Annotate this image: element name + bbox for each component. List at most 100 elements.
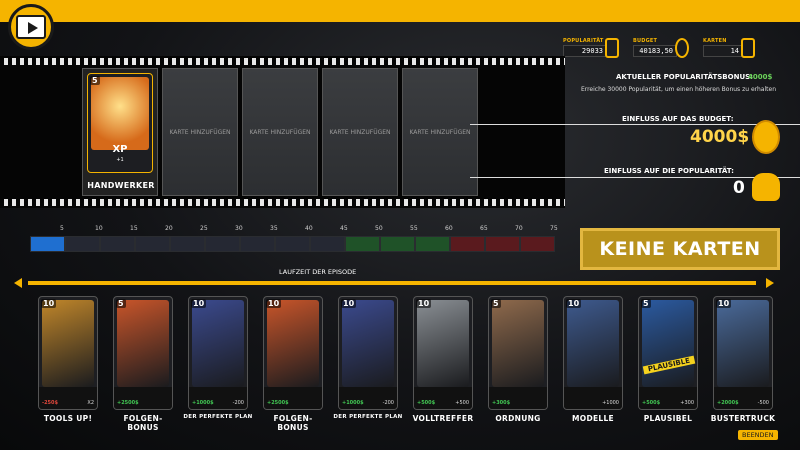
hand-card[interactable]: 10 +2000$ -500: [713, 296, 773, 410]
stat-popularity: POPULARITÄT 29033: [563, 38, 619, 60]
card-art: [117, 300, 169, 387]
timeline-tick-label: 10: [95, 225, 103, 232]
game-screen: { "stats": [ {"label":"POPULARITÄT","val…: [0, 0, 800, 450]
arrow-right-icon[interactable]: [766, 278, 774, 288]
timeline-tick-label: 20: [165, 225, 173, 232]
logo[interactable]: [8, 4, 54, 50]
no-cards-button[interactable]: KEINE KARTEN: [580, 228, 780, 270]
hand-card[interactable]: 10 +1000$ -200: [338, 296, 398, 410]
card-art: [342, 300, 394, 387]
play-icon: [16, 15, 46, 39]
card-budget-effect: +1000$: [192, 400, 214, 406]
card-budget-effect: +500$: [642, 400, 661, 406]
card-cost: 5: [116, 299, 126, 308]
timeline-tick-label: 15: [130, 225, 138, 232]
pop-bonus-value: 4000$: [748, 73, 773, 81]
card-cost: 10: [41, 299, 57, 308]
coin-icon: [675, 38, 689, 58]
popularity-icon: [605, 38, 619, 58]
slot-2[interactable]: KARTE HINZUFÜGEN: [162, 68, 238, 196]
slot-5[interactable]: KARTE HINZUFÜGEN: [402, 68, 478, 196]
people-icon: [752, 173, 780, 201]
card-pop-effect: +1000: [602, 400, 619, 406]
card-cost: 10: [341, 299, 357, 308]
timeline-tick-label: 50: [375, 225, 383, 232]
finish-button[interactable]: BEENDEN: [738, 430, 778, 440]
budget-impact-value: 4000$: [690, 127, 750, 147]
timeline-segment: [65, 236, 100, 252]
card-budget-effect: +2500$: [117, 400, 139, 406]
card-art: [717, 300, 769, 387]
hand-card-name: DER PERFEKTE PLAN: [333, 414, 403, 420]
card-cost: 10: [716, 299, 732, 308]
hand-card-name: ORDNUNG: [495, 414, 541, 423]
stat-cards: KARTEN 14: [703, 38, 755, 60]
timeline-tick-label: 65: [480, 225, 488, 232]
timeline-segment: [415, 236, 450, 252]
card-budget-effect: +2500$: [267, 400, 289, 406]
card-handwerker[interactable]: 5 XP +1: [87, 73, 153, 173]
timeline-tick-label: 70: [515, 225, 523, 232]
card-cost: 5: [641, 299, 651, 308]
card-budget-effect: +1000$: [342, 400, 364, 406]
timeline-segment: [380, 236, 415, 252]
hand-card[interactable]: 10 +1000$ -200: [188, 296, 248, 410]
lightbulb-icon: [91, 77, 149, 150]
card-art: [42, 300, 94, 387]
card-pop-effect: +500: [455, 400, 469, 406]
cards-icon: [741, 38, 755, 58]
hand-card-name: TOOLS UP!: [43, 414, 93, 423]
timeline-segment: [450, 236, 485, 252]
card-art: [492, 300, 544, 387]
pop-bonus-hint: Erreiche 30000 Popularität, um einen höh…: [580, 86, 776, 93]
slot-1[interactable]: 5 XP +1 HANDWERKER: [82, 68, 158, 196]
timeline-tick-label: 25: [200, 225, 208, 232]
timeline-tick-label: 35: [270, 225, 278, 232]
hand-card[interactable]: 10 +1000: [563, 296, 623, 410]
timeline-tick-label: 40: [305, 225, 313, 232]
timeline-segment: [135, 236, 170, 252]
pop-bonus-label: AKTUELLER POPULARITÄTSBONUS:: [616, 73, 753, 81]
card-cost: 10: [266, 299, 282, 308]
filmstrip: 5 XP +1 HANDWERKER KARTE HINZUFÜGEN KART…: [0, 56, 565, 208]
timeline-segment: [170, 236, 205, 252]
card-pop-effect: -500: [757, 400, 769, 406]
card-pop-effect: X2: [87, 400, 94, 406]
timeline-tick-label: 75: [550, 225, 558, 232]
slot-3[interactable]: KARTE HINZUFÜGEN: [242, 68, 318, 196]
coin-stack-icon: [752, 120, 780, 154]
timeline-tick-label: 55: [410, 225, 418, 232]
budget-impact-label: EINFLUSS AUF DAS BUDGET:: [622, 115, 734, 123]
card-pop-effect: -200: [232, 400, 244, 406]
card-art: [417, 300, 469, 387]
hand-card[interactable]: 5 +300$: [488, 296, 548, 410]
card-cost: 10: [416, 299, 432, 308]
card-budget-effect: +300$: [492, 400, 511, 406]
episode-timeline: 5 10 15 20 25 30 35 40 45 50 55 60 65 70 75: [18, 221, 573, 261]
card-budget-effect: +500$: [417, 400, 436, 406]
timeline-tick-label: 5: [60, 225, 64, 232]
card-art: [567, 300, 619, 387]
card-cost: 5: [491, 299, 501, 308]
card-budget-effect: -250$: [42, 400, 58, 406]
hand-card[interactable]: 10 +2500$: [263, 296, 323, 410]
hand-card[interactable]: 10 -250$ X2: [38, 296, 98, 410]
stat-budget: BUDGET 40183,50: [633, 38, 689, 60]
top-bar: [0, 0, 800, 22]
card-budget-effect: +2000$: [717, 400, 739, 406]
timeline-segment: [275, 236, 310, 252]
timeline-tick-label: 45: [340, 225, 348, 232]
hand-card[interactable]: 5 +500$ +300 PLAUSIBLE: [638, 296, 698, 410]
timeline-tick-label: 30: [235, 225, 243, 232]
timeline-segment: [205, 236, 240, 252]
hand-card[interactable]: 10 +500$ +500: [413, 296, 473, 410]
hand-card[interactable]: 5 +2500$: [113, 296, 173, 410]
timeline-segment: [240, 236, 275, 252]
slot-4[interactable]: KARTE HINZUFÜGEN: [322, 68, 398, 196]
timeline-tick-label: 60: [445, 225, 453, 232]
hand-card-name: FOLGEN-BONUS: [123, 414, 163, 432]
arrow-left-icon[interactable]: [14, 278, 22, 288]
hand-card-name: VOLLTREFFER: [412, 414, 474, 423]
hand-card-name: DER PERFEKTE PLAN: [183, 414, 253, 420]
card-art: [267, 300, 319, 387]
